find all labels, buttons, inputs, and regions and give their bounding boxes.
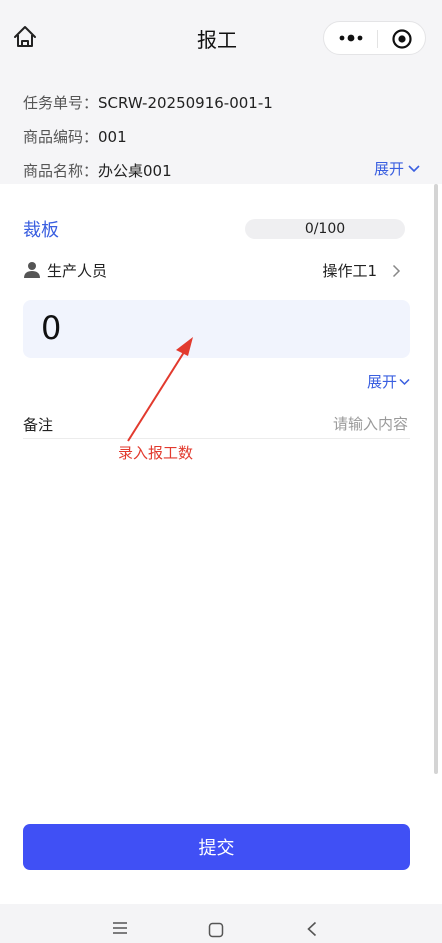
report-work-page: 报工 任务单号：SCRW-20250916-001-1 商品编码：001 商品名… [0, 0, 442, 943]
product-code-value: 001 [98, 128, 127, 146]
report-card: 裁板 0/100 生产人员 操作工1 0 展开 备注 请输入内容 录入报工数 [0, 184, 434, 904]
back-icon[interactable] [306, 921, 318, 937]
worker-label: 生产人员 [47, 262, 108, 280]
mini-program-capsule [323, 21, 426, 55]
quantity-value: 0 [41, 309, 62, 347]
menu-icon[interactable] [112, 921, 128, 935]
progress-badge: 0/100 [245, 219, 405, 239]
remark-label: 备注 [23, 416, 54, 434]
system-nav-bar [0, 904, 442, 943]
info-expand-toggle[interactable]: 展开 [374, 158, 420, 179]
annotation-text: 录入报工数 [118, 444, 194, 462]
chevron-down-icon [408, 164, 420, 172]
product-code-label: 商品编码： [23, 128, 99, 146]
product-name-label: 商品名称： [23, 162, 99, 180]
task-number-value: SCRW-20250916-001-1 [98, 94, 273, 112]
annotation-arrow [127, 337, 193, 442]
task-number-label: 任务单号： [23, 94, 99, 112]
chevron-right-icon [392, 264, 401, 278]
card-expand-label: 展开 [366, 373, 397, 391]
square-home-icon[interactable] [208, 922, 224, 938]
quantity-input[interactable]: 0 [23, 300, 410, 358]
product-name-row: 商品名称：办公桌001 [23, 160, 172, 181]
product-code-row: 商品编码：001 [23, 126, 127, 147]
chevron-down-icon [399, 378, 410, 385]
product-name-value: 办公桌001 [98, 162, 172, 180]
remark-input[interactable] [206, 412, 410, 436]
worker-value: 操作工1 [322, 262, 377, 280]
submit-button[interactable]: 提交 [23, 824, 410, 870]
task-number-row: 任务单号：SCRW-20250916-001-1 [23, 92, 273, 113]
info-expand-label: 展开 [373, 160, 404, 178]
task-info-panel: 任务单号：SCRW-20250916-001-1 商品编码：001 商品名称：办… [0, 78, 442, 184]
scrollbar[interactable] [434, 184, 438, 774]
remark-row: 备注 [23, 412, 410, 439]
more-dots-icon[interactable] [338, 31, 364, 45]
capsule-divider [377, 30, 378, 48]
process-name: 裁板 [23, 220, 59, 241]
target-circle-icon[interactable] [391, 28, 413, 50]
person-icon [24, 262, 40, 278]
top-nav-bar: 报工 [0, 0, 442, 78]
card-expand-toggle[interactable]: 展开 [367, 371, 410, 392]
worker-selector[interactable]: 生产人员 操作工1 [23, 260, 409, 284]
